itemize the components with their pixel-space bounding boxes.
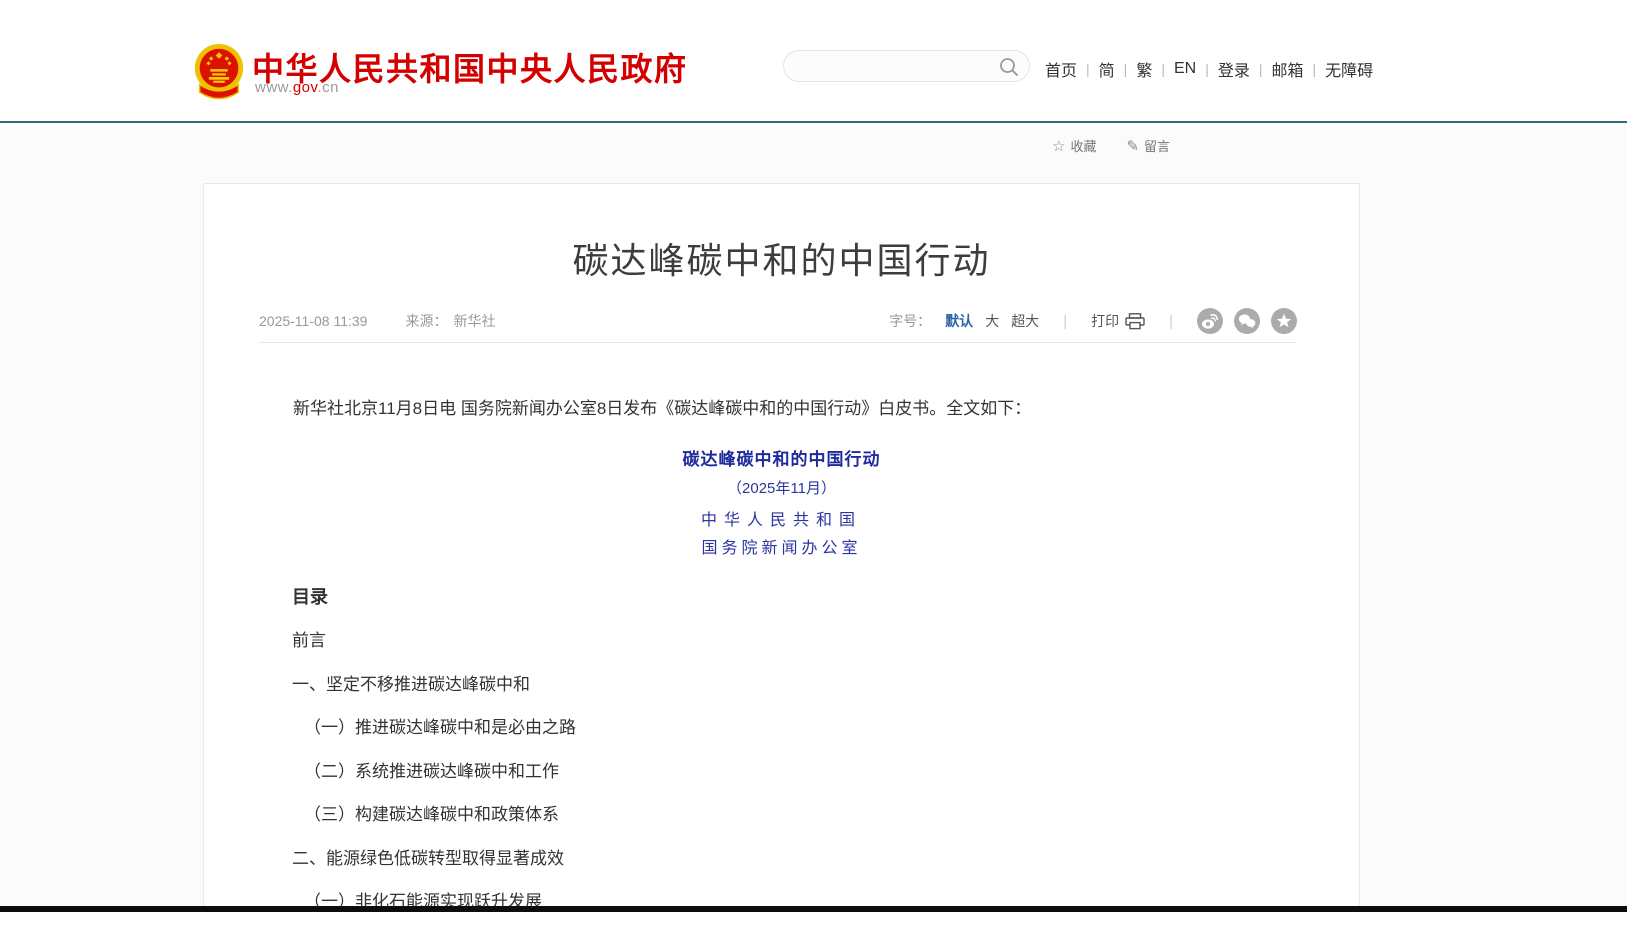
toc-item: （一）推进碳达峰碳中和是必由之路 [292, 718, 1299, 762]
document-title: 碳达峰碳中和的中国行动 [204, 445, 1359, 470]
nav-item-3[interactable]: 繁 [1136, 57, 1152, 81]
nav-separator: | [1313, 61, 1317, 77]
message-button[interactable]: ✎ 留言 [1126, 136, 1170, 155]
printer-icon [1125, 313, 1145, 330]
article-container: 碳达峰碳中和的中国行动 2025-11-08 11:39 来源： 新华社 字号：… [203, 183, 1360, 915]
toc-item: 一、坚定不移推进碳达峰碳中和 [292, 675, 1299, 719]
pencil-icon: ✎ [1126, 137, 1139, 155]
top-nav: 首页 | 简 | 繁 | EN | 登录 | 邮箱 | 无障碍 [1045, 57, 1373, 81]
toc-item: （三）构建碳达峰碳中和政策体系 [292, 805, 1299, 849]
document-date: （2025年11月） [204, 477, 1359, 498]
toc-list: 前言一、坚定不移推进碳达峰碳中和（一）推进碳达峰碳中和是必由之路（二）系统推进碳… [292, 631, 1299, 936]
nav-separator: | [1124, 61, 1128, 77]
nav-item-1[interactable]: 首页 [1045, 57, 1077, 81]
favorite-label: 收藏 [1070, 136, 1096, 155]
nav-item-2[interactable]: 简 [1099, 57, 1115, 81]
font-size-option-2[interactable]: 大 [985, 311, 999, 331]
source-value[interactable]: 新华社 [453, 311, 495, 331]
font-size-option-1[interactable]: 默认 [945, 311, 973, 331]
article-lead-paragraph: 新华社北京11月8日电 国务院新闻办公室8日发布《碳达峰碳中和的中国行动》白皮书… [259, 397, 1304, 421]
toc-item: 二、能源绿色低碳转型取得显著成效 [292, 849, 1299, 893]
site-url-suffix: .cn [317, 79, 339, 96]
article-source: 来源： 新华社 [405, 311, 495, 331]
toc-heading: 目录 [292, 583, 328, 609]
nav-item-5[interactable]: 登录 [1218, 57, 1250, 81]
article-meta-right: 字号： 默认大超大 | 打印 | [889, 308, 1297, 334]
font-size-options: 默认大超大 [945, 311, 1039, 331]
meta-divider: | [1169, 313, 1173, 330]
meta-divider: | [1063, 313, 1067, 330]
nav-item-4[interactable]: EN [1174, 60, 1196, 78]
share-buttons [1197, 308, 1297, 334]
page-actions: ☆ 收藏 ✎ 留言 [1052, 136, 1170, 155]
nav-item-7[interactable]: 无障碍 [1325, 57, 1373, 81]
toc-item: 前言 [292, 631, 1299, 675]
meta-separator-line [259, 342, 1297, 343]
document-issuer-line1: 中华人民共和国 [204, 506, 1359, 530]
font-size-label: 字号： [889, 311, 931, 331]
star-icon: ☆ [1052, 137, 1065, 155]
font-size-option-3[interactable]: 超大 [1011, 311, 1039, 331]
site-url[interactable]: www.gov.cn [255, 79, 339, 96]
search-input[interactable] [798, 55, 992, 79]
wechat-share-icon[interactable] [1234, 308, 1260, 334]
article-meta-row: 2025-11-08 11:39 来源： 新华社 字号： 默认大超大 | 打印 … [259, 308, 1297, 334]
nav-separator: | [1161, 61, 1165, 77]
nav-separator: | [1259, 61, 1263, 77]
document-issuer-line2: 国务院新闻办公室 [204, 534, 1359, 558]
article-date: 2025-11-08 11:39 [259, 313, 367, 329]
print-button[interactable]: 打印 [1091, 311, 1145, 331]
print-label: 打印 [1091, 311, 1119, 331]
site-header: 中华人民共和国中央人民政府 www.gov.cn 首页|简|繁|EN|登录|邮箱… [0, 0, 1627, 121]
article-meta-left: 2025-11-08 11:39 来源： 新华社 [259, 311, 495, 331]
search-box[interactable] [783, 50, 1030, 82]
source-label: 来源： [405, 311, 447, 331]
star-share-icon[interactable] [1271, 308, 1297, 334]
toc-item: （二）系统推进碳达峰碳中和工作 [292, 762, 1299, 806]
nav-item-6[interactable]: 邮箱 [1272, 57, 1304, 81]
site-url-prefix: www. [255, 79, 293, 96]
article-title: 碳达峰碳中和的中国行动 [204, 232, 1359, 284]
search-icon[interactable] [998, 56, 1020, 78]
nav-separator: | [1205, 61, 1209, 77]
nav-separator: | [1086, 61, 1090, 77]
site-url-main: gov [293, 79, 318, 96]
national-emblem-logo[interactable] [190, 40, 248, 104]
weibo-share-icon[interactable] [1197, 308, 1223, 334]
favorite-button[interactable]: ☆ 收藏 [1052, 136, 1096, 155]
message-label: 留言 [1144, 136, 1170, 155]
